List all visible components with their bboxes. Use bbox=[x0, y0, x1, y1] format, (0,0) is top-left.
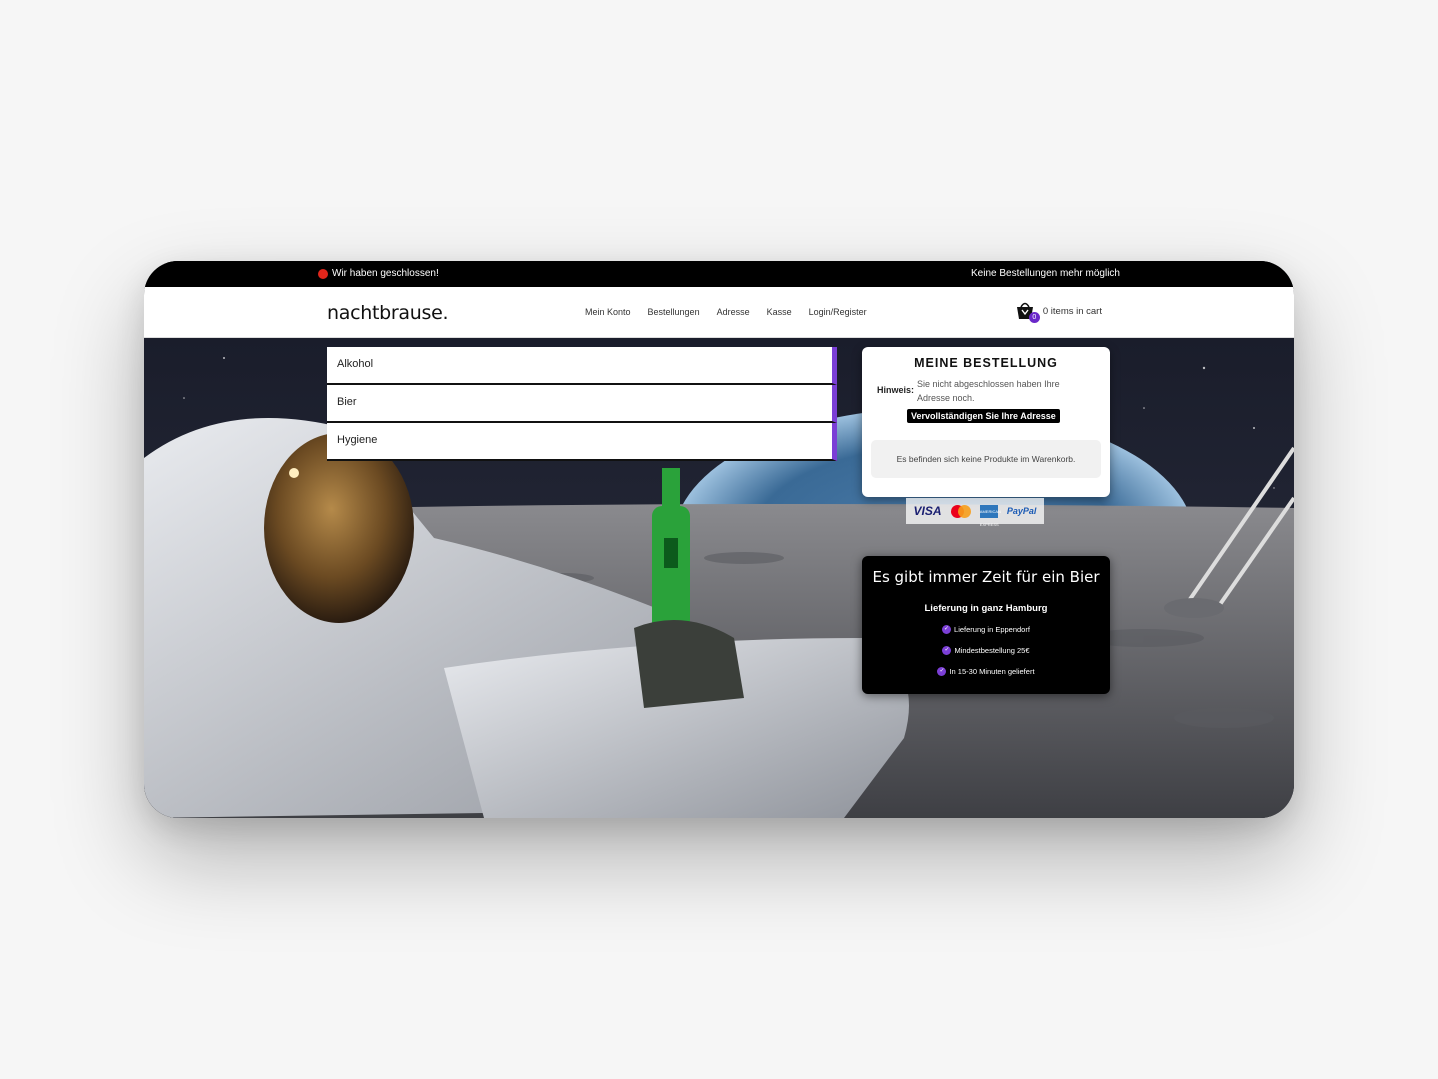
feature-item: ✓ Mindestbestellung 25€ bbox=[862, 646, 1110, 667]
feature-text: Lieferung in Eppendorf bbox=[954, 625, 1030, 634]
feature-list: ✓ Lieferung in Eppendorf ✓ Mindestbestellu… bbox=[862, 625, 1110, 688]
main-nav: Mein Konto Bestellungen Adresse Kasse Lo… bbox=[585, 307, 867, 317]
category-alkohol[interactable]: Alkohol bbox=[327, 347, 837, 385]
visa-icon: VISA bbox=[913, 504, 942, 518]
category-label: Hygiene bbox=[337, 434, 378, 446]
check-circle-icon: ✓ bbox=[937, 667, 947, 676]
nav-adresse[interactable]: Adresse bbox=[717, 307, 750, 317]
site-logo[interactable]: nachtbrause. bbox=[327, 302, 449, 324]
hint-text: Sie nicht abgeschlossen haben Ihre Adres… bbox=[917, 379, 1060, 403]
feature-item: ✓ Lieferung in Eppendorf bbox=[862, 625, 1110, 646]
store-status-text: Wir haben geschlossen! bbox=[332, 268, 439, 279]
paypal-icon: PayPal bbox=[1006, 506, 1037, 516]
feature-item: ✓ In 15-30 Minuten geliefert bbox=[862, 667, 1110, 688]
category-hygiene[interactable]: Hygiene bbox=[327, 423, 837, 461]
cart-count-badge: 0 bbox=[1028, 312, 1040, 323]
order-notice: Keine Bestellungen mehr möglich bbox=[971, 268, 1120, 279]
cart-widget[interactable]: 0 0 items in cart bbox=[1015, 302, 1102, 323]
amex-icon: AMERICAN EXPRESS bbox=[979, 504, 1001, 527]
complete-address-button[interactable]: Vervollständigen Sie Ihre Adresse bbox=[907, 409, 1060, 423]
promo-subtitle: Lieferung in ganz Hamburg bbox=[924, 603, 1048, 614]
check-circle-icon: ✓ bbox=[942, 646, 952, 655]
category-label: Alkohol bbox=[337, 358, 374, 370]
nav-mein-konto[interactable]: Mein Konto bbox=[585, 307, 631, 317]
hero-section: Alkohol Bier Hygiene MEINE BESTELLUNG Hi… bbox=[144, 338, 1294, 818]
category-list: Alkohol Bier Hygiene bbox=[327, 347, 837, 461]
feature-text: Mindestbestellung 25€ bbox=[954, 646, 1030, 655]
red-dot-icon bbox=[318, 268, 328, 279]
order-title: MEINE BESTELLUNG bbox=[914, 356, 1058, 370]
order-panel: MEINE BESTELLUNG Hinweis: Sie nicht abge… bbox=[862, 347, 1110, 497]
nav-login-register[interactable]: Login/Register bbox=[809, 307, 867, 317]
nav-kasse[interactable]: Kasse bbox=[767, 307, 792, 317]
promo-box: Es gibt immer Zeit für ein Bier Lieferun… bbox=[862, 556, 1110, 694]
promo-headline: Es gibt immer Zeit für ein Bier bbox=[872, 568, 1100, 586]
site-header: nachtbrause. Mein Konto Bestellungen Adr… bbox=[144, 287, 1294, 338]
hint-label: Hinweis: bbox=[877, 385, 915, 395]
shopping-bag-icon[interactable]: 0 bbox=[1015, 302, 1040, 323]
nav-bestellungen[interactable]: Bestellungen bbox=[648, 307, 700, 317]
empty-cart-message: Es befinden sich keine Produkte im Waren… bbox=[871, 440, 1101, 478]
category-bier[interactable]: Bier bbox=[327, 385, 837, 423]
browser-frame: Wir haben geschlossen! Keine Bestellunge… bbox=[144, 261, 1294, 818]
payment-methods: VISA AMERICAN EXPRESS PayPal bbox=[906, 498, 1044, 527]
category-label: Bier bbox=[337, 396, 357, 408]
mastercard-icon bbox=[950, 504, 971, 518]
top-bar: Wir haben geschlossen! Keine Bestellunge… bbox=[144, 261, 1294, 287]
cart-label[interactable]: 0 items in cart bbox=[1043, 306, 1102, 317]
check-circle-icon: ✓ bbox=[942, 625, 952, 634]
store-status: Wir haben geschlossen! bbox=[318, 268, 439, 279]
feature-text: In 15-30 Minuten geliefert bbox=[949, 667, 1035, 676]
